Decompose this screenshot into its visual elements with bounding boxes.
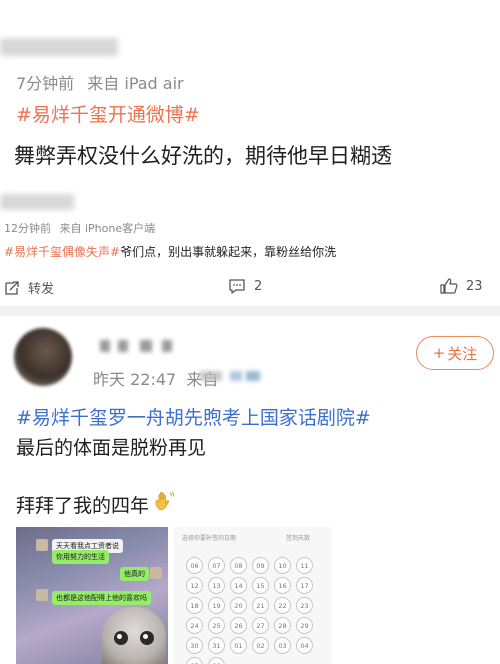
calendar-day[interactable]: 25: [208, 617, 225, 634]
calendar-day[interactable]: 20: [230, 597, 247, 614]
calendar-day[interactable]: 05: [186, 657, 203, 664]
post3-hashtag[interactable]: #易烊千玺罗一舟胡先煦考上国家话剧院#: [16, 403, 371, 430]
calendar-day[interactable]: 13: [208, 577, 225, 594]
post3-username-redacted: [100, 340, 180, 354]
chat-bubble: 他真的: [120, 567, 149, 581]
calendar-day[interactable]: 18: [186, 597, 203, 614]
comment-count: 2: [254, 278, 263, 294]
post1-text: 舞弊弄权没什么好洗的，期待他早日糊透: [14, 144, 392, 168]
calendar-day[interactable]: 07: [208, 557, 225, 574]
calendar-day[interactable]: 24: [186, 617, 203, 634]
calendar-day[interactable]: 01: [230, 637, 247, 654]
calendar-day[interactable]: 31: [208, 637, 225, 654]
post2-time: 12分钟前: [4, 222, 51, 235]
post-image-calendar[interactable]: 选择你要补签的日期 签到天数 06 07 08 09 10 11 12 13 14 15 16 17 1…: [174, 527, 332, 664]
cat-photo: [102, 607, 166, 664]
chat-bubble: 也都是这他配得上他的喜欢吗: [52, 591, 151, 605]
post1-username-redacted: [0, 38, 118, 56]
plus-icon: +: [432, 344, 446, 362]
post1-time: 7分钟前: [16, 74, 75, 93]
calendar-header-right: 签到天数: [286, 535, 311, 542]
post3-time-text: 昨天 22:47: [93, 370, 177, 389]
calendar-day[interactable]: 29: [296, 617, 313, 634]
calendar-header-left: 选择你要补签的日期: [182, 535, 237, 542]
calendar-day[interactable]: 12: [186, 577, 203, 594]
waving-hand-emoji-icon: [153, 490, 175, 517]
follow-label: 关注: [447, 344, 478, 363]
post2-source: 来自 iPhone客户端: [59, 222, 156, 235]
calendar-grid: 06 07 08 09 10 11 12 13 14 15 16 17 18 19 20 21 22 23 24 25…: [186, 557, 314, 664]
post2-username-redacted: [0, 194, 74, 210]
chat-avatar: [150, 567, 162, 579]
post3-text-line2: 拜拜了我的四年: [16, 490, 175, 518]
post-action-bar: 转发 2 23: [0, 276, 500, 302]
post2-hashtag[interactable]: #易烊千玺偶像失声#: [4, 245, 120, 259]
calendar-day[interactable]: 15: [252, 577, 269, 594]
post-image-chat[interactable]: 天天看我点工资者说 你用努力的生活 他真的 也都是这他配得上他的喜欢吗: [16, 527, 168, 664]
calendar-day[interactable]: 02: [252, 637, 269, 654]
post1-meta: 7分钟前 来自 iPad air: [16, 70, 192, 94]
calendar-day[interactable]: 06: [208, 657, 225, 664]
post3-text-line1: 最后的体面是脱粉再见: [16, 437, 207, 459]
calendar-day[interactable]: 28: [274, 617, 291, 634]
calendar-day[interactable]: 10: [274, 557, 291, 574]
calendar-day[interactable]: 23: [296, 597, 313, 614]
chat-bubble: 你用努力的生活: [52, 550, 109, 564]
calendar-day[interactable]: 03: [274, 637, 291, 654]
like-button[interactable]: 23: [440, 278, 483, 294]
calendar-day[interactable]: 14: [230, 577, 247, 594]
repost-label: 转发: [28, 282, 55, 297]
calendar-day[interactable]: 19: [208, 597, 225, 614]
calendar-day[interactable]: 04: [296, 637, 313, 654]
comment-button[interactable]: 2: [228, 278, 262, 294]
calendar-day[interactable]: 30: [186, 637, 203, 654]
chat-avatar: [36, 589, 48, 601]
calendar-day[interactable]: 21: [252, 597, 269, 614]
comment-icon: [229, 279, 245, 294]
calendar-day[interactable]: 26: [230, 617, 247, 634]
avatar[interactable]: [14, 328, 72, 386]
calendar-day[interactable]: 11: [296, 557, 313, 574]
calendar-day[interactable]: 17: [296, 577, 313, 594]
post2-body: #易烊千玺偶像失声#爷们点，别出事就躲起来，靠粉丝给你洗: [4, 243, 336, 260]
repost-button[interactable]: 转发: [4, 278, 54, 297]
calendar-day[interactable]: 16: [274, 577, 291, 594]
post3-source-redacted: [200, 368, 262, 384]
post2-text: 爷们点，别出事就躲起来，靠粉丝给你洗: [120, 245, 337, 259]
like-count: 23: [466, 278, 483, 294]
post3-line2-text: 拜拜了我的四年: [16, 495, 150, 517]
post2-meta: 12分钟前 来自 iPhone客户端: [4, 220, 160, 236]
calendar-day[interactable]: 09: [252, 557, 269, 574]
thumbs-up-icon: [440, 278, 458, 294]
calendar-day[interactable]: 27: [252, 617, 269, 634]
post1-source: 来自 iPad air: [87, 74, 184, 93]
repost-icon: [5, 280, 19, 295]
calendar-day[interactable]: 22: [274, 597, 291, 614]
post1-hashtag[interactable]: #易烊千玺开通微博#: [16, 100, 200, 127]
chat-avatar: [36, 539, 48, 551]
calendar-day[interactable]: 08: [230, 557, 247, 574]
calendar-day[interactable]: 06: [186, 557, 203, 574]
follow-button[interactable]: + 关注: [416, 336, 494, 370]
feed-divider: [0, 306, 500, 316]
